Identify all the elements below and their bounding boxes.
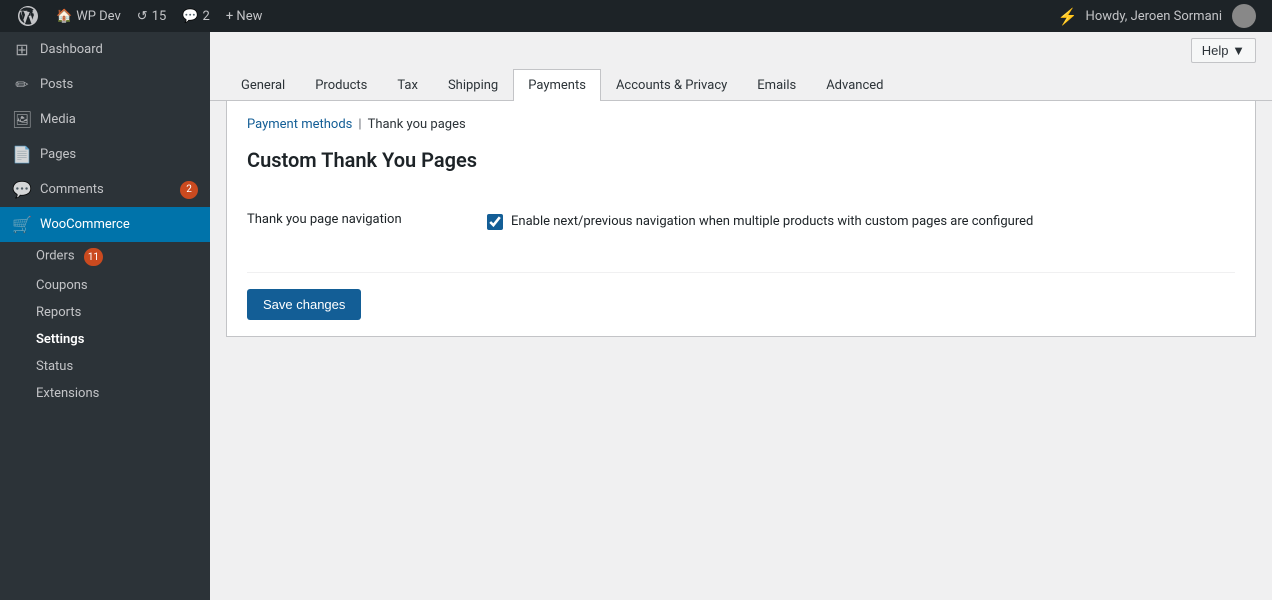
navigation-checkbox-label: Enable next/previous navigation when mul… <box>511 212 1033 232</box>
user-menu-button[interactable]: Howdy, Jeroen Sormani <box>1078 0 1264 32</box>
extensions-label: Extensions <box>36 386 99 401</box>
tab-navigation: General Products Tax Shipping Payments A… <box>210 69 1272 101</box>
media-icon: 🖼 <box>12 110 32 129</box>
checkbox-row-navigation: Enable next/previous navigation when mul… <box>487 212 1235 232</box>
howdy-text: Howdy, Jeroen Sormani <box>1086 9 1222 24</box>
status-label: Status <box>36 359 73 374</box>
table-row: Thank you page navigation Enable next/pr… <box>247 196 1235 248</box>
breadcrumb-separator: | <box>358 117 361 132</box>
tab-tax-label: Tax <box>397 78 418 93</box>
home-icon: 🏠 <box>56 9 72 24</box>
sidebar-item-comments[interactable]: 💬 Comments 2 <box>0 172 210 207</box>
settings-label: Settings <box>36 332 84 347</box>
sidebar-item-posts[interactable]: ✏ Posts <box>0 67 210 102</box>
woo-submenu: Orders 11 Coupons Reports Settings Statu… <box>0 242 210 407</box>
tab-payments[interactable]: Payments <box>513 69 601 101</box>
tab-advanced[interactable]: Advanced <box>811 69 898 101</box>
page-title: Custom Thank You Pages <box>247 148 1235 172</box>
comments-nav-icon: 💬 <box>12 180 32 199</box>
tab-emails[interactable]: Emails <box>742 69 811 101</box>
save-changes-button[interactable]: Save changes <box>247 289 361 320</box>
content-area: Help ▼ General Products Tax Shipping Pay… <box>210 32 1272 600</box>
tab-payments-label: Payments <box>528 78 586 93</box>
breadcrumb-payment-methods-link[interactable]: Payment methods <box>247 117 352 132</box>
woocommerce-icon: 🛒 <box>12 215 32 234</box>
admin-bar-right: ⚡ Howdy, Jeroen Sormani <box>1058 0 1264 32</box>
sidebar-subitem-extensions[interactable]: Extensions <box>0 380 210 407</box>
comments-badge: 2 <box>180 181 198 199</box>
breadcrumb-current: Thank you pages <box>368 117 466 132</box>
sidebar-label-pages: Pages <box>40 147 198 162</box>
tab-tax[interactable]: Tax <box>382 69 433 101</box>
coupons-label: Coupons <box>36 278 88 293</box>
sidebar-subitem-coupons[interactable]: Coupons <box>0 272 210 299</box>
page-content: Payment methods | Thank you pages Custom… <box>226 101 1256 337</box>
orders-badge: 11 <box>84 248 103 266</box>
tab-advanced-label: Advanced <box>826 78 883 93</box>
updates-icon: ↺ <box>137 9 148 24</box>
sidebar-label-posts: Posts <box>40 77 198 92</box>
tab-shipping-label: Shipping <box>448 78 498 93</box>
main-layout: ⊞ Dashboard ✏ Posts 🖼 Media 📄 Pages 💬 Co… <box>0 32 1272 600</box>
sidebar-label-media: Media <box>40 112 198 127</box>
new-content-button[interactable]: + New <box>218 0 271 32</box>
field-label-navigation: Thank you page navigation <box>247 196 487 248</box>
tab-accounts-privacy-label: Accounts & Privacy <box>616 78 727 93</box>
reports-label: Reports <box>36 305 81 320</box>
tab-emails-label: Emails <box>757 78 796 93</box>
wp-logo-icon <box>18 6 38 26</box>
new-content-label: + New <box>226 9 263 24</box>
help-label: Help ▼ <box>1202 43 1245 58</box>
sidebar-label-woocommerce: WooCommerce <box>40 217 198 232</box>
sidebar-label-comments: Comments <box>40 182 172 197</box>
settings-table: Thank you page navigation Enable next/pr… <box>247 196 1235 248</box>
tab-general[interactable]: General <box>226 69 300 101</box>
comments-icon: 💬 <box>182 9 198 24</box>
sidebar-label-dashboard: Dashboard <box>40 42 198 57</box>
performance-icon: ⚡ <box>1058 7 1078 26</box>
site-name-button[interactable]: 🏠 WP Dev <box>48 0 129 32</box>
updates-button[interactable]: ↺ 15 <box>129 0 175 32</box>
site-name-label: WP Dev <box>76 9 121 24</box>
sidebar-item-dashboard[interactable]: ⊞ Dashboard <box>0 32 210 67</box>
save-row: Save changes <box>247 272 1235 320</box>
sidebar-subitem-settings[interactable]: Settings <box>0 326 210 353</box>
sidebar-item-media[interactable]: 🖼 Media <box>0 102 210 137</box>
breadcrumb-link-text: Payment methods <box>247 117 352 132</box>
field-cell-navigation: Enable next/previous navigation when mul… <box>487 196 1235 248</box>
dashboard-icon: ⊞ <box>12 40 32 59</box>
save-changes-label: Save changes <box>263 297 345 312</box>
help-bar: Help ▼ <box>210 32 1272 69</box>
orders-label: Orders <box>36 249 75 264</box>
tab-products[interactable]: Products <box>300 69 382 101</box>
help-button[interactable]: Help ▼ <box>1191 38 1256 63</box>
pages-icon: 📄 <box>12 145 32 164</box>
sidebar-item-pages[interactable]: 📄 Pages <box>0 137 210 172</box>
breadcrumb: Payment methods | Thank you pages <box>247 117 1235 132</box>
tab-accounts-privacy[interactable]: Accounts & Privacy <box>601 69 742 101</box>
posts-icon: ✏ <box>12 75 32 94</box>
sidebar-subitem-reports[interactable]: Reports <box>0 299 210 326</box>
sidebar-subitem-status[interactable]: Status <box>0 353 210 380</box>
navigation-checkbox[interactable] <box>487 214 503 230</box>
admin-bar: 🏠 WP Dev ↺ 15 💬 2 + New ⚡ Howdy, Jeroen … <box>0 0 1272 32</box>
sidebar-subitem-orders[interactable]: Orders 11 <box>0 242 210 272</box>
tab-general-label: General <box>241 78 285 93</box>
tab-products-label: Products <box>315 78 367 93</box>
sidebar-item-woocommerce[interactable]: 🛒 WooCommerce <box>0 207 210 242</box>
user-avatar <box>1232 4 1256 28</box>
tab-shipping[interactable]: Shipping <box>433 69 513 101</box>
comments-count: 2 <box>203 9 210 24</box>
wp-logo-button[interactable] <box>8 0 48 32</box>
sidebar: ⊞ Dashboard ✏ Posts 🖼 Media 📄 Pages 💬 Co… <box>0 32 210 600</box>
comments-button[interactable]: 💬 2 <box>174 0 218 32</box>
updates-count: 15 <box>152 9 167 24</box>
